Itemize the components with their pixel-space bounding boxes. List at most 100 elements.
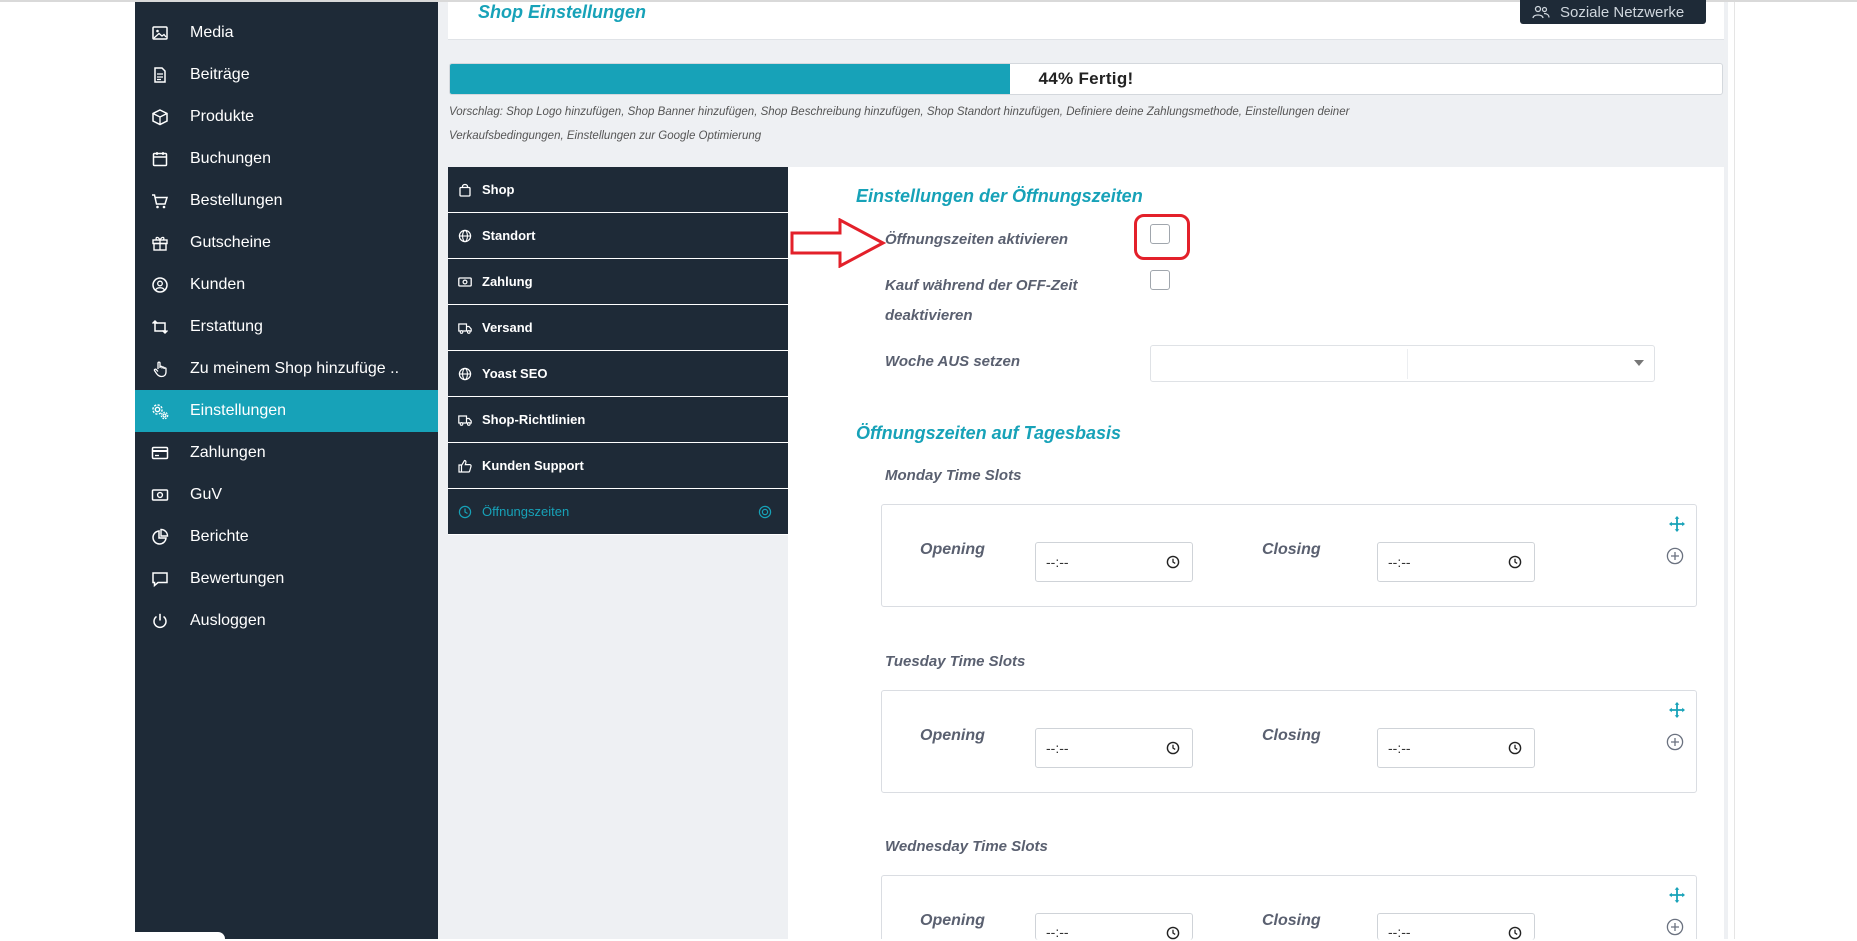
credit-card-icon [151,446,169,460]
money-icon [151,489,169,501]
sidebar-item-guv[interactable]: GuV [135,474,438,516]
sidebar-item-label: Gutscheine [190,234,271,251]
settings-nav-versand[interactable]: Versand [448,305,788,351]
user-circle-icon [152,277,168,293]
sidebar: Media Beiträge Produkte Buchungen Bestel… [135,2,438,939]
sidebar-item-berichte[interactable]: Berichte [135,516,438,558]
disable-offtime-purchase-checkbox[interactable] [1150,270,1170,290]
active-indicator-icon [758,505,772,519]
cart-icon [152,194,169,209]
settings-nav-label: Shop-Richtlinien [482,412,586,427]
move-icon[interactable] [1668,886,1686,904]
clock-icon[interactable] [1508,555,1522,569]
box-icon [152,109,168,126]
daily-hours-title: Öffnungszeiten auf Tagesbasis [856,423,1122,443]
sidebar-item-label: Zu meinem Shop hinzufüge .. [190,360,400,377]
sidebar-item-ausloggen[interactable]: Ausloggen [135,600,438,642]
closing-time-value: --:-- [1388,554,1411,570]
opening-time-value: --:-- [1046,554,1069,570]
week-off-select[interactable] [1150,345,1655,382]
sidebar-item-erstattung[interactable]: Erstattung [135,306,438,348]
comment-icon [152,572,168,588]
truck-icon [458,322,472,334]
sidebar-item-beitraege[interactable]: Beiträge [135,54,438,96]
closing-time-input[interactable]: --:-- [1377,728,1535,768]
select-divider [1407,349,1408,379]
sidebar-item-zahlungen[interactable]: Zahlungen [135,432,438,474]
sidebar-item-label: Ausloggen [190,612,266,629]
hand-pointer-icon [153,361,167,378]
opening-time-input[interactable]: --:-- [1035,542,1193,582]
page-right-edge [1734,2,1735,939]
calendar-icon [152,152,168,167]
completion-hint: Vorschlag: Shop Logo hinzufügen, Shop Ba… [449,100,1449,148]
chevron-down-icon[interactable] [1634,360,1644,366]
add-slot-icon[interactable] [1666,547,1684,565]
profile-progress-bar: 44% Fertig! [449,63,1723,95]
move-icon[interactable] [1668,701,1686,719]
label-line-1: Kauf während der OFF-Zeit [885,277,1078,294]
settings-nav-yoast-seo[interactable]: Yoast SEO [448,351,788,397]
add-slot-icon[interactable] [1666,733,1684,751]
image-icon [152,26,168,40]
hint-line-1: Vorschlag: Shop Logo hinzufügen, Shop Ba… [449,106,1350,118]
closing-label: Closing [1262,541,1321,558]
pie-chart-icon [152,528,169,545]
sidebar-item-bestellungen[interactable]: Bestellungen [135,180,438,222]
opening-label: Opening [920,912,985,929]
settings-nav-shop[interactable]: Shop [448,167,788,213]
social-networks-button[interactable]: Soziale Netzwerke [1520,0,1706,24]
settings-nav-label: Kunden Support [482,458,584,473]
sidebar-item-bewertungen[interactable]: Bewertungen [135,558,438,600]
opening-time-value: --:-- [1046,740,1069,756]
sidebar-item-label: Beiträge [190,66,250,83]
sidebar-item-einstellungen[interactable]: Einstellungen [135,390,438,432]
settings-nav-label: Standort [482,228,536,243]
opening-time-input[interactable]: --:-- [1035,728,1193,768]
settings-nav-label: Shop [482,182,515,197]
clock-icon[interactable] [1166,555,1180,569]
settings-nav-label: Zahlung [482,274,533,289]
truck-icon [458,414,472,426]
clock-icon[interactable] [1166,741,1180,755]
closing-label: Closing [1262,727,1321,744]
settings-nav-standort[interactable]: Standort [448,213,788,259]
social-networks-label: Soziale Netzwerke [1560,3,1685,21]
label-line-2: deaktivieren [885,307,973,324]
opening-time-input[interactable]: --:-- [1035,913,1193,940]
time-slot-box-wednesday: Opening --:-- Closing --:-- [881,875,1697,940]
add-slot-icon[interactable] [1666,918,1684,936]
sidebar-item-gutscheine[interactable]: Gutscheine [135,222,438,264]
clock-icon[interactable] [1508,926,1522,940]
clock-icon[interactable] [1166,926,1180,940]
opening-time-value: --:-- [1046,924,1069,940]
sidebar-item-label: Berichte [190,528,249,545]
settings-nav: Shop Standort Zahlung Versand Yoast SEO … [448,167,788,535]
time-slot-box-tuesday: Opening --:-- Closing --:-- [881,690,1697,793]
money-icon [458,276,472,287]
settings-nav-shop-richtlinien[interactable]: Shop-Richtlinien [448,397,788,443]
sidebar-item-add-to-shop[interactable]: Zu meinem Shop hinzufüge .. [135,348,438,390]
hint-line-2: Verkaufsbedingungen, Einstellungen zur G… [449,130,762,142]
sidebar-item-produkte[interactable]: Produkte [135,96,438,138]
sidebar-item-media[interactable]: Media [135,12,438,54]
gift-icon [152,236,168,251]
settings-nav-zahlung[interactable]: Zahlung [448,259,788,305]
clock-icon[interactable] [1508,741,1522,755]
move-icon[interactable] [1668,515,1686,533]
settings-nav-kunden-support[interactable]: Kunden Support [448,443,788,489]
settings-nav-oeffnungszeiten[interactable]: Öffnungszeiten [448,489,788,535]
bag-icon [459,183,471,197]
sidebar-item-kunden[interactable]: Kunden [135,264,438,306]
main-content: Shop Einstellungen Soziale Netzwerke 44%… [438,0,1728,941]
sidebar-item-label: Einstellungen [190,402,287,419]
users-icon [1532,5,1550,19]
opening-hours-settings-title: Einstellungen der Öffnungszeiten [856,186,1143,206]
gears-icon [152,404,169,420]
sidebar-item-label: Bestellungen [190,192,283,209]
sidebar-item-label: Buchungen [190,150,271,167]
sidebar-item-buchungen[interactable]: Buchungen [135,138,438,180]
closing-time-input[interactable]: --:-- [1377,542,1535,582]
closing-time-input[interactable]: --:-- [1377,913,1535,940]
document-icon [154,67,166,83]
